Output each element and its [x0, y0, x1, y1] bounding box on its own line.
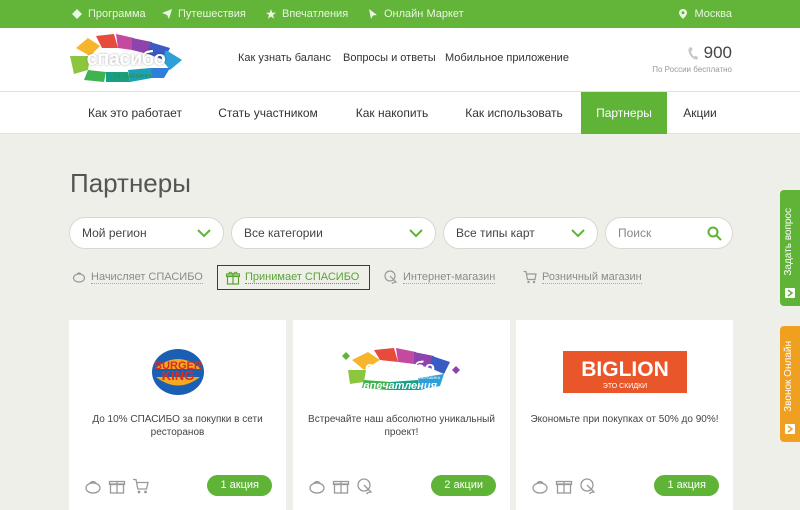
online-cursor-icon [357, 478, 373, 495]
category-select[interactable]: Все категории [231, 217, 436, 249]
gift-icon [555, 480, 573, 494]
logo-top-text: BIGLION [581, 358, 669, 381]
chevron-down-icon [571, 229, 585, 238]
filter-earns[interactable]: Начисляет СПАСИБО [72, 267, 203, 287]
topbar-item-program[interactable]: Программа [72, 8, 146, 20]
ask-question-label: Задать вопрос [783, 208, 794, 276]
nav-how-it-works[interactable]: Как это работает [75, 92, 195, 134]
promotions-badge[interactable]: 1 акция [207, 475, 272, 496]
page-title: Партнеры [70, 168, 191, 198]
piggy-bank-icon [85, 480, 101, 494]
partner-features [308, 477, 374, 495]
top-bar: Программа Путешествия Впечатления Онлайн… [0, 0, 800, 28]
cart-icon [133, 478, 149, 494]
spasibo-impressions-logo: спасибо ОТ СБЕРБАНКА впечатления [293, 342, 510, 402]
topbar-item-label: Путешествия [178, 8, 246, 20]
phone-block: 900 По России бесплатно [652, 43, 732, 74]
call-online-tab[interactable]: Звонок Онлайн [780, 326, 800, 442]
piggy-bank-icon [72, 272, 86, 283]
location-pin-icon [679, 9, 688, 19]
partner-card-burger-king[interactable]: BURGER KING До 10% СПАСИБО за покупки в … [69, 320, 286, 510]
cursor-icon [369, 9, 377, 19]
phone-number[interactable]: 900 [704, 43, 732, 63]
gift-icon [332, 480, 350, 494]
topbar-item-label: Онлайн Маркет [384, 8, 464, 20]
link-balance[interactable]: Как узнать баланс [238, 52, 331, 64]
phone-note: По России бесплатно [652, 65, 732, 74]
partner-description: До 10% СПАСИБО за покупки в сети рестора… [92, 414, 263, 438]
ask-question-tab[interactable]: Задать вопрос [780, 190, 800, 306]
header: спасибо ОТ СБЕРБАНКА Как узнать баланс В… [0, 28, 800, 92]
partner-features [84, 477, 150, 495]
phone-icon [688, 46, 698, 60]
diamond-icon [72, 9, 82, 19]
filter-online-store[interactable]: Интернет-магазин [384, 267, 496, 287]
spasibo-logo[interactable]: спасибо ОТ СБЕРБАНКА [66, 34, 184, 86]
biglion-logo: BIGLION ЭТО СКИДКИ [516, 342, 733, 402]
filter-retail-store-label: Розничный магазин [542, 270, 642, 284]
paper-plane-icon [162, 9, 172, 19]
topbar-item-label: Программа [88, 8, 146, 20]
nav-how-to-use[interactable]: Как использовать [455, 92, 573, 134]
logo-bottom-text: впечатления [362, 380, 437, 392]
partner-card-spasibo-impressions[interactable]: спасибо ОТ СБЕРБАНКА впечатления Встреча… [293, 320, 510, 510]
logo-text: спасибо [86, 48, 166, 70]
nav-how-to-earn[interactable]: Как накопить [343, 92, 441, 134]
online-cursor-icon [384, 270, 398, 284]
link-faq[interactable]: Вопросы и ответы [343, 52, 436, 64]
partner-card-biglion[interactable]: BIGLION ЭТО СКИДКИ Экономьте при покупка… [516, 320, 733, 510]
partner-description: Встречайте наш абсолютно уникальный прое… [308, 414, 495, 438]
link-mobile-app[interactable]: Мобильное приложение [445, 52, 569, 64]
search-box [605, 217, 733, 249]
nav-partners[interactable]: Партнеры [581, 92, 667, 134]
search-icon[interactable] [707, 226, 722, 241]
arrow-icon [785, 288, 795, 298]
gift-icon [108, 480, 126, 494]
card-type-select-value: Все типы карт [456, 226, 535, 240]
partner-description: Экономьте при покупках от 50% до 90%! [530, 414, 719, 425]
topbar-item-market[interactable]: Онлайн Маркет [368, 8, 464, 20]
region-select[interactable]: Мой регион [69, 217, 224, 249]
cart-icon [523, 270, 537, 284]
filter-online-store-label: Интернет-магазин [403, 270, 496, 284]
filter-earns-label: Начисляет СПАСИБО [91, 270, 203, 284]
gift-icon [226, 271, 240, 285]
topbar-item-label: Впечатления [282, 8, 349, 20]
city-selector[interactable]: Москва [678, 8, 732, 20]
city-label: Москва [694, 8, 732, 20]
chevron-down-icon [409, 229, 423, 238]
logo-subtext: ОТ СБЕРБАНКА [114, 74, 153, 80]
search-input[interactable] [618, 226, 698, 240]
partner-features [531, 477, 597, 495]
chevron-down-icon [197, 229, 211, 238]
star-icon [266, 9, 276, 19]
piggy-bank-icon [532, 480, 548, 494]
online-cursor-icon [580, 478, 596, 495]
card-type-select[interactable]: Все типы карт [443, 217, 598, 249]
logo-bottom-text: ЭТО СКИДКИ [602, 383, 646, 390]
topbar-item-impressions[interactable]: Впечатления [266, 8, 348, 20]
topbar-item-travel[interactable]: Путешествия [162, 8, 246, 20]
category-select-value: Все категории [244, 226, 323, 240]
burger-king-logo: BURGER KING [69, 342, 286, 402]
promotions-badge[interactable]: 1 акция [654, 475, 719, 496]
promotions-badge[interactable]: 2 акции [431, 475, 496, 496]
region-select-value: Мой регион [82, 226, 147, 240]
main-nav: Как это работает Стать участником Как на… [0, 92, 800, 134]
filter-retail-store[interactable]: Розничный магазин [523, 267, 642, 287]
filter-accepts-label: Принимает СПАСИБО [245, 271, 360, 284]
nav-become-member[interactable]: Стать участником [208, 92, 328, 134]
piggy-bank-icon [309, 480, 325, 494]
call-online-label: Звонок Онлайн [783, 341, 794, 412]
nav-promotions[interactable]: Акции [672, 92, 728, 134]
logo-bottom-text: KING [161, 368, 194, 383]
filter-accepts[interactable]: Принимает СПАСИБО [217, 265, 371, 290]
arrow-icon [785, 424, 795, 434]
